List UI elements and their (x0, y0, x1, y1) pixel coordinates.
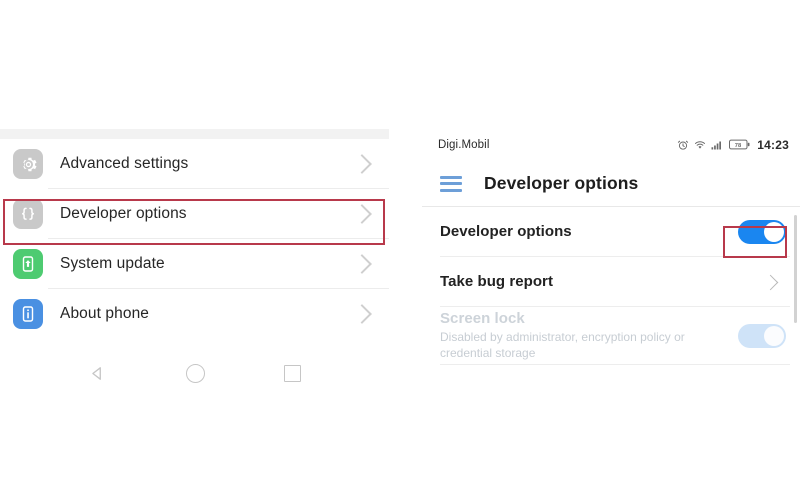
signal-bars-icon (711, 139, 724, 151)
back-triangle-icon[interactable] (88, 364, 107, 383)
preference-list: Developer options Take bug report Screen… (422, 207, 800, 365)
developer-options-panel: Digi.Mobil (422, 129, 800, 397)
home-circle-icon[interactable] (186, 364, 205, 383)
hamburger-menu-icon[interactable] (440, 176, 462, 192)
chevron-right-icon (352, 254, 372, 274)
settings-row-advanced-settings[interactable]: Advanced settings (0, 139, 389, 189)
settings-row-developer-options[interactable]: Developer options (0, 189, 389, 239)
alarm-clock-icon (677, 139, 689, 151)
recents-square-icon[interactable] (284, 365, 301, 382)
pref-row-take-bug-report[interactable]: Take bug report (422, 257, 800, 307)
pref-row-developer-options[interactable]: Developer options (422, 207, 800, 257)
pref-row-screen-lock: Screen lock Disabled by administrator, e… (422, 307, 800, 365)
pref-text-block: Developer options (440, 223, 738, 241)
app-bar: Developer options (422, 160, 800, 207)
battery-icon: 78 (729, 139, 750, 150)
pref-text-block: Take bug report (440, 273, 765, 291)
settings-row-label: About phone (60, 305, 355, 323)
screen-lock-toggle (738, 324, 786, 348)
settings-list-panel: Advanced settings Developer options (0, 129, 389, 397)
status-bar-icons: 78 14:23 (677, 138, 789, 152)
carrier-label: Digi.Mobil (438, 139, 490, 151)
status-bar: Digi.Mobil (422, 129, 800, 160)
settings-row-system-update[interactable]: System update (0, 239, 389, 289)
settings-row-label: System update (60, 255, 355, 273)
wifi-icon (694, 139, 706, 151)
chevron-right-icon (352, 154, 372, 174)
status-clock: 14:23 (757, 138, 789, 152)
pref-title: Screen lock (440, 310, 525, 327)
settings-rows: Advanced settings Developer options (0, 139, 389, 339)
settings-row-about-phone[interactable]: About phone (0, 289, 389, 339)
gear-icon (13, 149, 43, 179)
page-title: Developer options (484, 173, 638, 194)
settings-row-label: Developer options (60, 205, 355, 223)
chevron-right-icon (352, 304, 372, 324)
battery-level-text: 78 (735, 143, 742, 149)
system-update-icon (13, 249, 43, 279)
chevron-right-icon (763, 274, 779, 290)
toggle-knob (764, 222, 784, 242)
pref-title: Take bug report (440, 273, 553, 290)
panel-top-strip (0, 129, 389, 139)
settings-row-label: Advanced settings (60, 155, 355, 173)
screenshot-stage: Advanced settings Developer options (0, 0, 800, 500)
developer-options-toggle[interactable] (738, 220, 786, 244)
info-phone-icon (13, 299, 43, 329)
toggle-knob (764, 326, 784, 346)
braces-icon (13, 199, 43, 229)
row-divider (440, 364, 790, 365)
vertical-scrollbar[interactable] (794, 215, 797, 323)
pref-title: Developer options (440, 223, 572, 240)
android-navigation-bar (0, 349, 389, 397)
pref-text-block: Screen lock Disabled by administrator, e… (440, 310, 738, 362)
chevron-right-icon (352, 204, 372, 224)
pref-subtitle: Disabled by administrator, encryption po… (440, 330, 702, 362)
